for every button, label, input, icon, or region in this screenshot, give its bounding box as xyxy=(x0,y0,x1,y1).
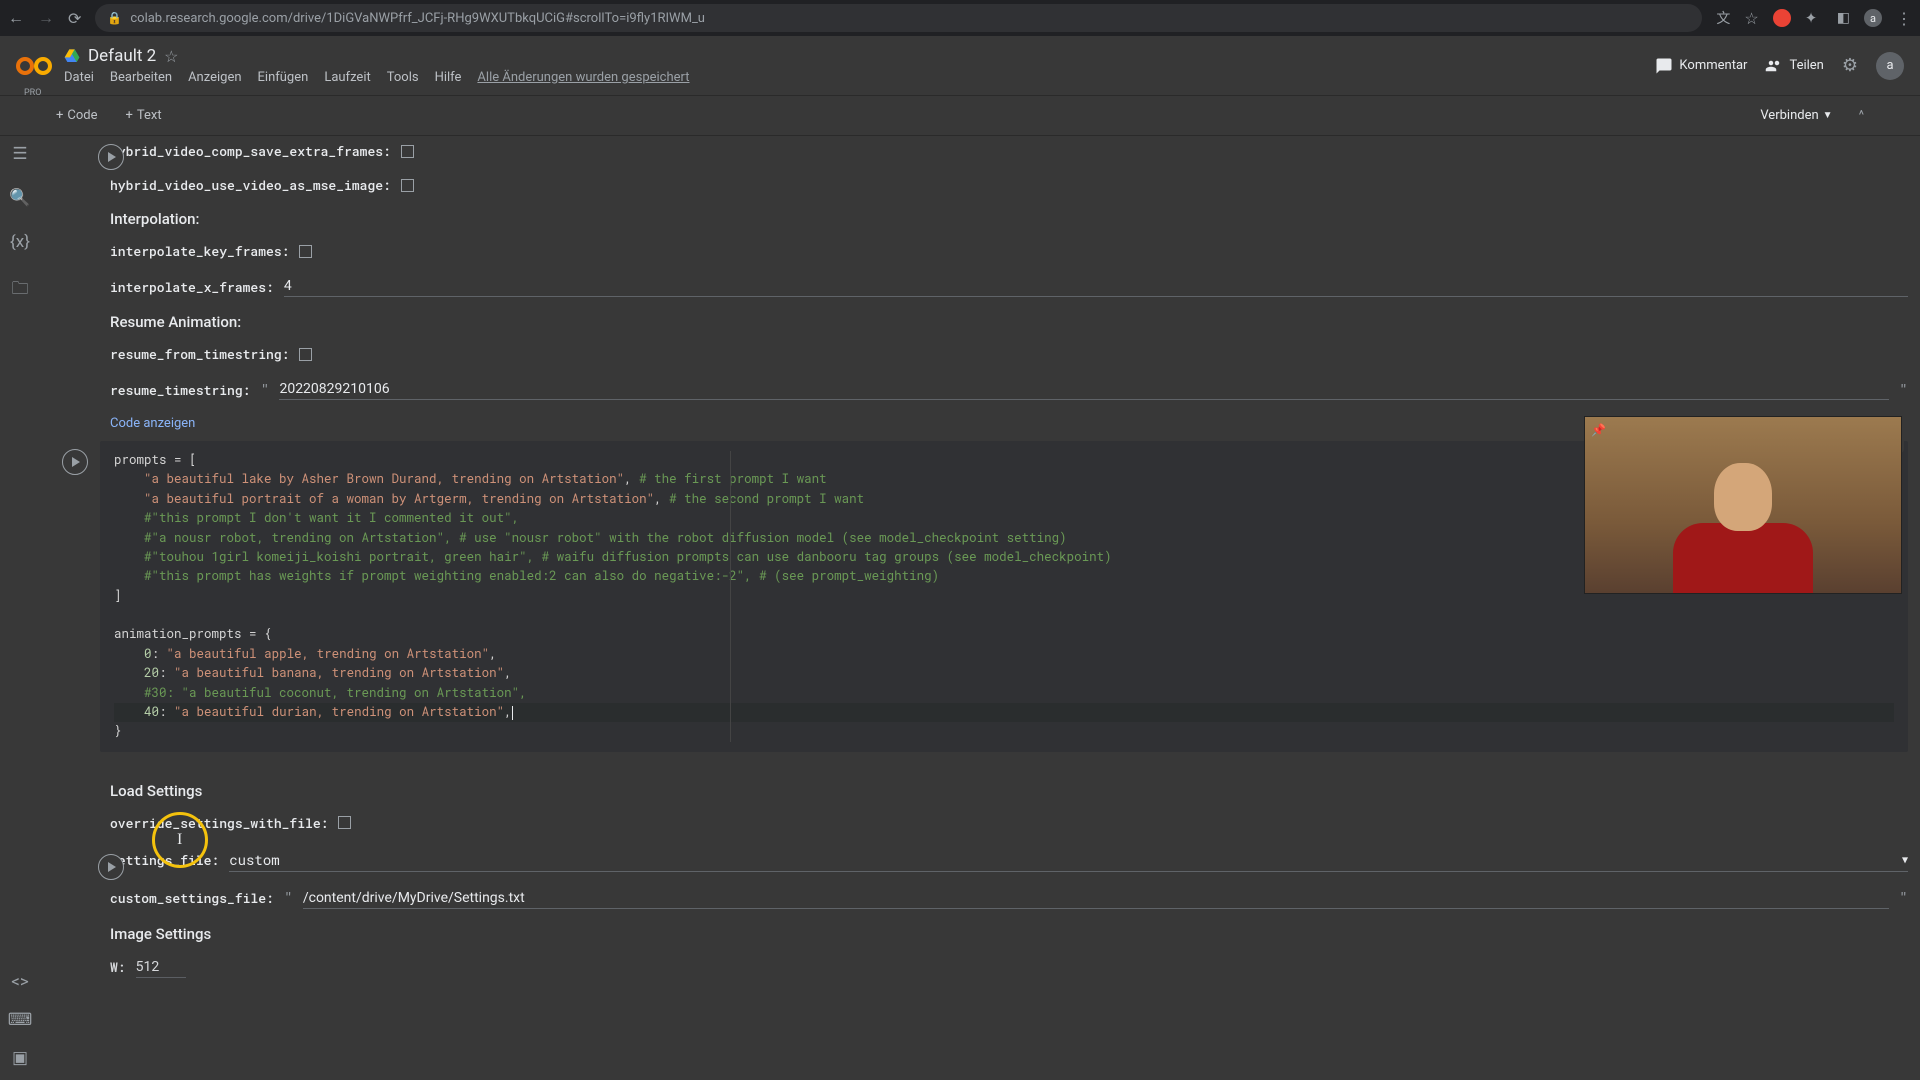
connect-button[interactable]: Verbinden ▼ xyxy=(1750,104,1842,127)
extensions-puzzle-icon[interactable]: ✦ xyxy=(1805,9,1823,27)
lock-icon: 🔒 xyxy=(107,11,122,25)
code-line[interactable] xyxy=(114,606,1894,625)
menu-bar: Datei Bearbeiten Anzeigen Einfügen Laufz… xyxy=(64,70,1643,85)
back-button[interactable]: ← xyxy=(8,8,24,28)
webcam-person xyxy=(1673,463,1813,593)
quote-open: " xyxy=(260,380,269,400)
gear-icon[interactable]: ⚙ xyxy=(1842,55,1858,76)
menu-anzeigen[interactable]: Anzeigen xyxy=(188,70,241,85)
run-cell-button[interactable] xyxy=(98,144,124,170)
panel-icon[interactable]: ◧ xyxy=(1837,10,1850,26)
quote-open: " xyxy=(284,888,293,908)
field-label: interpolate_x_frames: xyxy=(110,278,274,296)
browser-extension-icons: 文 ☆ ✦ ◧ a ⋮ xyxy=(1716,8,1912,28)
files-icon[interactable]: 🗀 xyxy=(12,276,29,305)
code-line[interactable]: 20: "a beautiful banana, trending on Art… xyxy=(114,664,1894,683)
code-line[interactable]: 40: "a beautiful durian, trending on Art… xyxy=(114,703,1894,722)
load-settings-header: Load Settings xyxy=(110,782,1908,800)
reload-button[interactable]: ⟳ xyxy=(68,9,81,28)
save-status[interactable]: Alle Änderungen wurden gespeichert xyxy=(477,70,689,85)
colab-logo[interactable] xyxy=(16,48,52,84)
url-bar[interactable]: 🔒 colab.research.google.com/drive/1DiGVa… xyxy=(95,4,1702,32)
field-label: hybrid_video_use_video_as_mse_image: xyxy=(110,176,391,194)
comment-button[interactable]: Kommentar xyxy=(1655,57,1747,75)
bookmark-star-icon[interactable]: ☆ xyxy=(1744,9,1758,28)
menu-tools[interactable]: Tools xyxy=(387,70,419,85)
interpolate-key-checkbox[interactable] xyxy=(299,245,312,258)
browser-chrome: ← → ⟳ 🔒 colab.research.google.com/drive/… xyxy=(0,0,1920,36)
drive-icon xyxy=(64,48,80,64)
quote-close: " xyxy=(1899,380,1908,400)
field-label: resume_timestring: xyxy=(110,381,250,399)
code-line[interactable]: 0: "a beautiful apple, trending on Artst… xyxy=(114,645,1894,664)
override-settings-checkbox[interactable] xyxy=(338,816,351,829)
field-label: custom_settings_file: xyxy=(110,889,274,907)
menu-bearbeiten[interactable]: Bearbeiten xyxy=(110,70,172,85)
resume-from-checkbox[interactable] xyxy=(299,348,312,361)
pro-badge: PRO xyxy=(24,88,41,98)
code-snippets-icon[interactable]: <> xyxy=(11,972,29,992)
chevron-down-icon: ▼ xyxy=(1902,853,1908,866)
command-palette-icon[interactable]: ⌨ xyxy=(8,1010,33,1030)
variables-icon[interactable]: {x} xyxy=(10,232,30,252)
hybrid-mse-checkbox[interactable] xyxy=(401,179,414,192)
chevron-down-icon: ▼ xyxy=(1823,110,1833,121)
url-text: colab.research.google.com/drive/1DiGVaNW… xyxy=(130,11,1690,26)
menu-hilfe[interactable]: Hilfe xyxy=(435,70,462,85)
webcam-overlay[interactable]: 📌 xyxy=(1584,416,1902,594)
custom-settings-input[interactable] xyxy=(303,888,1889,909)
translate-icon[interactable]: 文 xyxy=(1716,8,1730,28)
collapse-icon[interactable]: ^ xyxy=(1851,104,1872,127)
resume-header: Resume Animation: xyxy=(110,313,1908,331)
document-title[interactable]: Default 2 xyxy=(88,46,156,66)
terminal-icon[interactable]: ▣ xyxy=(12,1048,28,1068)
form-cell-load-settings: Load Settings override_settings_with_fil… xyxy=(60,762,1908,978)
run-cell-button[interactable] xyxy=(98,854,124,880)
code-line[interactable]: animation_prompts = { xyxy=(114,625,1894,644)
share-button[interactable]: Teilen xyxy=(1765,57,1823,75)
comment-icon xyxy=(1655,57,1673,75)
field-label: resume_from_timestring: xyxy=(110,345,289,363)
hybrid-save-extra-checkbox[interactable] xyxy=(401,145,414,158)
field-label: W: xyxy=(110,958,126,976)
add-text-button[interactable]: +Text xyxy=(118,104,170,127)
share-people-icon xyxy=(1765,57,1783,75)
menu-einfuegen[interactable]: Einfügen xyxy=(258,70,309,85)
quote-close: " xyxy=(1899,888,1908,908)
pin-icon[interactable]: 📌 xyxy=(1591,423,1606,437)
notebook-toolbar: +Code +Text Verbinden ▼ ^ xyxy=(0,96,1920,136)
colab-header: PRO Default 2 ☆ Datei Bearbeiten Anzeige… xyxy=(0,36,1920,96)
menu-laufzeit[interactable]: Laufzeit xyxy=(324,70,370,85)
extension-icon[interactable] xyxy=(1773,9,1791,27)
w-input[interactable] xyxy=(136,957,186,978)
field-label: override_settings_with_file: xyxy=(110,814,328,832)
add-code-button[interactable]: +Code xyxy=(48,104,106,127)
field-label: interpolate_key_frames: xyxy=(110,242,289,260)
resume-timestring-input[interactable] xyxy=(279,379,1889,400)
browser-profile-avatar[interactable]: a xyxy=(1864,9,1882,27)
menu-datei[interactable]: Datei xyxy=(64,70,94,85)
form-cell-1: hybrid_video_comp_save_extra_frames: hyb… xyxy=(60,136,1908,431)
forward-button[interactable]: → xyxy=(38,8,54,28)
browser-menu-icon[interactable]: ⋮ xyxy=(1896,9,1912,28)
code-line[interactable]: } xyxy=(114,722,1894,741)
settings-file-dropdown[interactable]: custom ▼ xyxy=(229,848,1908,872)
search-icon[interactable]: 🔍 xyxy=(9,188,30,208)
interpolate-x-input[interactable] xyxy=(284,276,1908,297)
toc-icon[interactable]: ☰ xyxy=(12,144,27,164)
main-content: hybrid_video_comp_save_extra_frames: hyb… xyxy=(40,136,1920,1080)
field-label: hybrid_video_comp_save_extra_frames: xyxy=(110,142,391,160)
user-avatar[interactable]: a xyxy=(1876,52,1904,80)
image-settings-header: Image Settings xyxy=(110,925,1908,943)
interpolation-header: Interpolation: xyxy=(110,210,1908,228)
left-sidebar: ☰ 🔍 {x} 🗀 <> ⌨ ▣ xyxy=(0,136,40,1080)
code-ruler xyxy=(730,451,731,742)
run-cell-button[interactable] xyxy=(62,449,88,475)
star-icon[interactable]: ☆ xyxy=(164,47,178,66)
code-line[interactable]: #30: "a beautiful coconut, trending on A… xyxy=(114,684,1894,703)
field-label: settings_file: xyxy=(110,851,219,869)
